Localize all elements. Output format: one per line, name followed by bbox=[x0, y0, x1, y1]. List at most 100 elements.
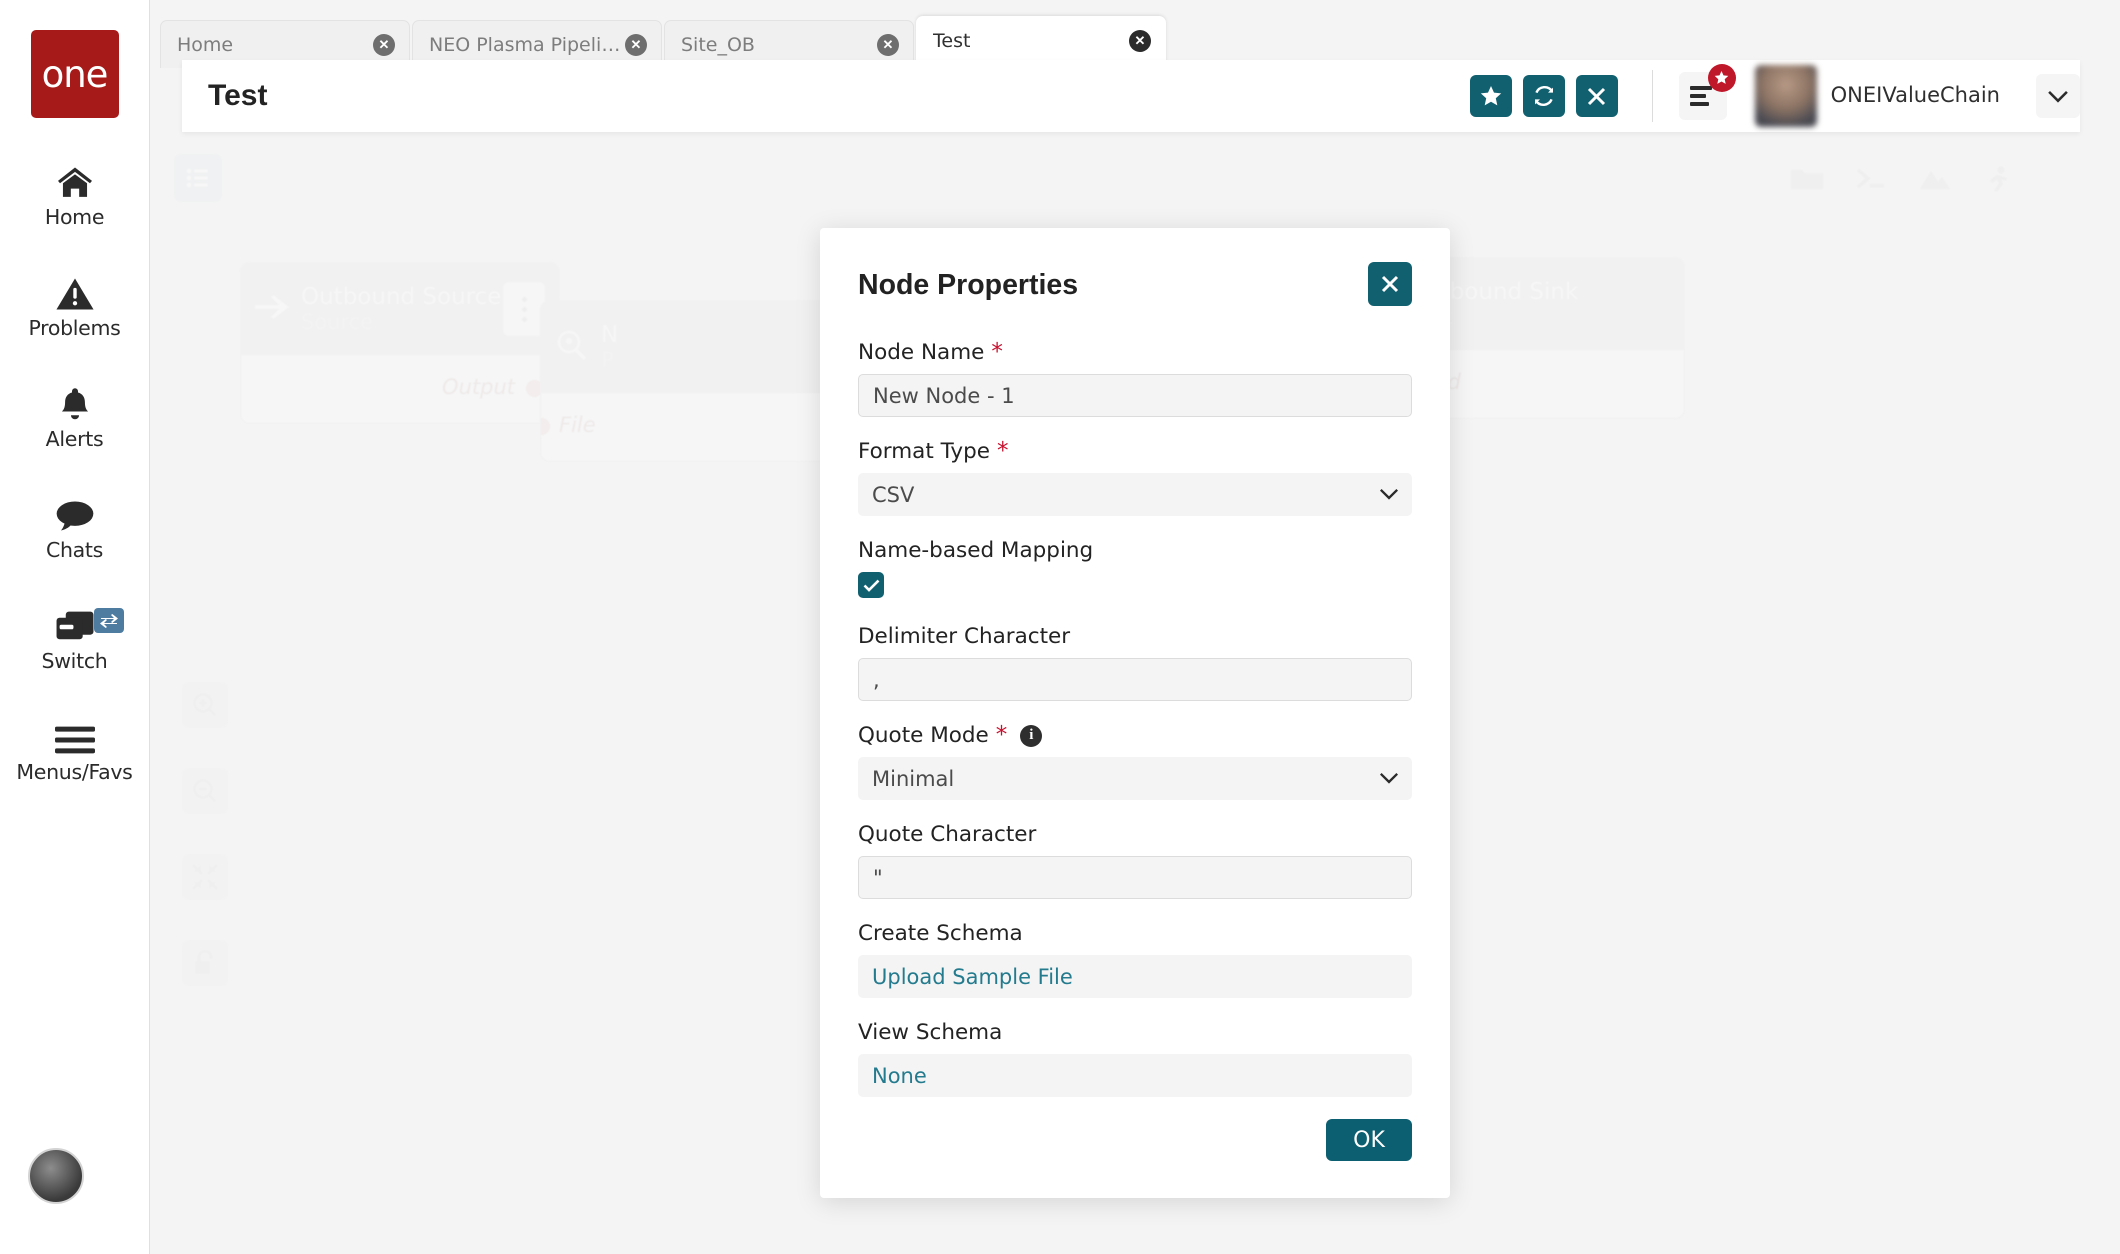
label-text: View Schema bbox=[858, 1020, 1003, 1045]
x-icon bbox=[1588, 87, 1606, 105]
node-port-label: File bbox=[559, 413, 596, 437]
zoom-out-icon[interactable] bbox=[182, 768, 228, 814]
required-marker: * bbox=[996, 438, 1009, 464]
page-title: Test bbox=[208, 79, 268, 112]
image-icon[interactable] bbox=[1903, 154, 1967, 204]
label-node-name: Node Name * bbox=[858, 340, 1412, 365]
rail-user-avatar[interactable] bbox=[28, 1148, 84, 1204]
field-quote-character: Quote Character " bbox=[858, 822, 1412, 899]
close-button[interactable] bbox=[1575, 75, 1618, 117]
label-text: Quote Character bbox=[858, 822, 1037, 847]
user-subtitle bbox=[1831, 110, 2000, 129]
header-divider bbox=[1651, 70, 1653, 122]
format-type-select[interactable]: CSV bbox=[858, 473, 1412, 516]
terminal-icon[interactable] bbox=[1839, 154, 1903, 204]
folder-open-icon[interactable] bbox=[1775, 154, 1839, 204]
tab-label: Site_OB bbox=[681, 33, 755, 56]
label-format-type: Format Type * bbox=[858, 439, 1412, 464]
page-header: Test ONEIValueChain bbox=[182, 60, 2080, 132]
user-meta: ONEIValueChain bbox=[1831, 63, 2000, 129]
dialog-close-button[interactable] bbox=[1368, 262, 1412, 306]
close-icon[interactable]: ✕ bbox=[1129, 29, 1151, 52]
node-middle[interactable]: N P File bbox=[540, 300, 840, 462]
star-icon bbox=[1480, 85, 1501, 105]
hamburger-icon bbox=[54, 711, 95, 755]
name-based-mapping-checkbox[interactable] bbox=[858, 572, 884, 598]
node-port-dot[interactable] bbox=[541, 418, 550, 435]
swap-arrows-icon[interactable] bbox=[93, 608, 124, 633]
label-text: Node Name bbox=[858, 340, 985, 365]
ok-button[interactable]: OK bbox=[1326, 1119, 1412, 1161]
label-view-schema: View Schema bbox=[858, 1020, 1412, 1045]
favorite-button[interactable] bbox=[1469, 75, 1512, 117]
user-menu-chevron-down-icon[interactable] bbox=[2036, 74, 2080, 118]
view-schema-value[interactable]: None bbox=[858, 1054, 1412, 1097]
chat-bubble-icon bbox=[55, 489, 95, 533]
sidebar-item-chats[interactable]: Chats bbox=[0, 489, 150, 562]
left-nav-rail: one Home Problems Alerts Chats Switch Me… bbox=[0, 0, 150, 1254]
node-outbound-source[interactable]: Outbound Source Source Output bbox=[240, 262, 560, 424]
canvas-toolbar bbox=[1775, 154, 2031, 204]
lock-icon[interactable] bbox=[182, 940, 228, 986]
refresh-button[interactable] bbox=[1522, 75, 1565, 117]
field-view-schema: View Schema None bbox=[858, 1020, 1412, 1097]
selected-value: CSV bbox=[872, 482, 915, 507]
list-icon bbox=[186, 168, 208, 188]
field-node-name: Node Name * New Node - 1 bbox=[858, 340, 1412, 417]
node-title: Outbound Source bbox=[301, 284, 502, 310]
avatar bbox=[1754, 65, 1817, 127]
sidebar-label-home: Home bbox=[44, 205, 105, 229]
tab-label: Home bbox=[177, 33, 234, 56]
badge-star-icon bbox=[1707, 64, 1736, 92]
sidebar-item-menus-favs[interactable]: Menus/Favs bbox=[0, 711, 150, 784]
app-logo[interactable]: one bbox=[30, 30, 119, 118]
sidebar-item-switch[interactable]: Switch bbox=[0, 600, 150, 673]
notifications-menu-button[interactable] bbox=[1678, 64, 1736, 120]
info-icon[interactable]: i bbox=[1020, 724, 1043, 747]
dialog-footer: OK bbox=[858, 1119, 1412, 1161]
sidebar-item-alerts[interactable]: Alerts bbox=[0, 378, 150, 451]
selected-value: Minimal bbox=[872, 766, 955, 791]
close-icon[interactable]: ✕ bbox=[625, 33, 647, 56]
node-name-input[interactable]: New Node - 1 bbox=[858, 374, 1412, 417]
upload-sample-file-link[interactable]: Upload Sample File bbox=[858, 955, 1412, 998]
close-icon[interactable]: ✕ bbox=[373, 33, 395, 56]
label-text: Name-based Mapping bbox=[858, 538, 1094, 563]
sidebar-item-problems[interactable]: Problems bbox=[0, 267, 150, 340]
delimiter-character-input[interactable]: , bbox=[858, 658, 1412, 701]
fit-screen-icon[interactable] bbox=[182, 854, 228, 900]
windows-stack-icon bbox=[55, 600, 95, 644]
node-header: N P bbox=[541, 301, 839, 393]
sidebar-item-home[interactable]: Home bbox=[0, 156, 150, 229]
run-icon[interactable] bbox=[1967, 154, 2031, 204]
x-icon bbox=[1381, 275, 1399, 293]
quote-character-input[interactable]: " bbox=[858, 856, 1412, 899]
node-menu-kebab-icon[interactable] bbox=[503, 282, 545, 336]
bell-icon bbox=[56, 378, 94, 422]
node-properties-dialog: Node Properties Node Name * New Node - 1… bbox=[820, 228, 1450, 1198]
sidebar-label-switch: Switch bbox=[41, 649, 108, 673]
label-quote-mode: Quote Mode * i bbox=[858, 723, 1412, 748]
user-org: ONEIValueChain bbox=[1830, 83, 2000, 107]
field-create-schema: Create Schema Upload Sample File bbox=[858, 921, 1412, 998]
node-body: File bbox=[541, 393, 839, 461]
tab-strip: Home ✕ NEO Plasma Pipelines ✕ Site_OB ✕ … bbox=[150, 0, 2120, 68]
search-location-icon bbox=[555, 329, 589, 366]
user-name bbox=[1831, 63, 2000, 83]
zoom-in-icon[interactable] bbox=[182, 682, 228, 728]
field-quote-mode: Quote Mode * i Minimal bbox=[858, 723, 1412, 800]
close-icon[interactable]: ✕ bbox=[877, 33, 899, 56]
node-subtitle: Source bbox=[301, 310, 374, 334]
node-list-button[interactable] bbox=[174, 154, 222, 202]
header-actions: ONEIValueChain bbox=[1459, 63, 2080, 129]
field-name-based-mapping: Name-based Mapping bbox=[858, 538, 1412, 598]
node-body: Output bbox=[241, 355, 559, 423]
user-profile[interactable]: ONEIValueChain bbox=[1754, 63, 2008, 129]
label-delimiter-character: Delimiter Character bbox=[858, 624, 1412, 649]
sidebar-label-alerts: Alerts bbox=[45, 427, 104, 451]
field-delimiter-character: Delimiter Character , bbox=[858, 624, 1412, 701]
quote-mode-select[interactable]: Minimal bbox=[858, 757, 1412, 800]
dialog-header: Node Properties bbox=[858, 262, 1412, 306]
app-root: one Home Problems Alerts Chats Switch Me… bbox=[0, 0, 2120, 1254]
label-text: Quote Mode bbox=[858, 723, 989, 748]
